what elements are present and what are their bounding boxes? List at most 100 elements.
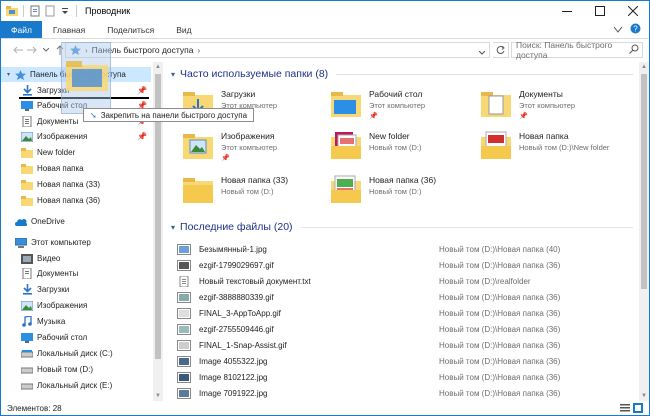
maximize-button[interactable] [583, 1, 616, 21]
nav-item-this-pc[interactable]: Этот компьютер [1, 235, 151, 250]
folder-tile-new-folder-33[interactable]: Новая папка (33) Новый том (D:) [181, 172, 331, 212]
tab-share[interactable]: Поделиться [96, 21, 165, 38]
breadcrumb-chevron-icon[interactable]: › [197, 46, 200, 55]
nav-item-label: Новая папка (36) [37, 196, 101, 205]
help-icon[interactable]: ? [630, 23, 641, 36]
pictures-icon [21, 131, 33, 142]
nav-item-label: Документы [37, 269, 79, 278]
forward-button[interactable] [25, 42, 39, 58]
file-path: Новый том (D:)\Новая папка (36) [439, 389, 561, 398]
tab-home[interactable]: Главная [42, 21, 96, 38]
window-controls [550, 1, 649, 21]
nav-item-label: Локальный диск (C:) [37, 349, 113, 358]
scroll-down-icon[interactable]: ▼ [154, 393, 162, 399]
image-file-icon [177, 244, 191, 255]
folder-tile-desktop[interactable]: Рабочий стол Этот компьютер 📌 [329, 86, 479, 126]
file-name: ezgif-3888880339.gif [199, 293, 274, 302]
folder-tile-new-folder-36[interactable]: Новая папка (36) Новый том (D:) [329, 172, 479, 212]
large-icons-view-icon[interactable] [633, 403, 643, 415]
address-dropdown-icon[interactable] [478, 47, 486, 57]
star-icon [14, 69, 26, 80]
chevron-down-icon[interactable]: ▾ [171, 223, 175, 232]
frequent-folders-header[interactable]: ▾ Часто используемые папки (8) [171, 67, 633, 81]
recent-file-row[interactable]: Image 8102122.jpg Новый том (D:)\Новая п… [177, 370, 637, 385]
toolbar-separator [76, 5, 77, 17]
recent-file-row[interactable]: Новый текстовый документ.txt Новый том (… [177, 274, 637, 289]
nav-item-documents[interactable]: Документы [1, 266, 151, 281]
nav-item-new-folder[interactable]: New folder [1, 145, 151, 160]
file-name: Image 8102122.jpg [199, 373, 268, 382]
folder-icon [6, 5, 18, 17]
tile-name: Новая папка (33) [221, 175, 289, 185]
download-icon [21, 85, 33, 96]
nav-item-downloads[interactable]: Загрузки [1, 282, 151, 297]
nav-item-onedrive[interactable]: OneDrive [1, 214, 151, 229]
nav-item-label: Локальный диск (E:) [37, 381, 113, 390]
scroll-up-icon[interactable]: ▲ [154, 64, 162, 70]
nav-item-label: Документы [37, 117, 79, 126]
back-button[interactable] [11, 42, 25, 58]
customize-toolbar-icon[interactable] [59, 5, 71, 17]
nav-item-drive-e[interactable]: Локальный диск (E:) [1, 378, 151, 393]
documents-icon [21, 268, 33, 279]
chevron-down-icon[interactable]: ▾ [7, 71, 10, 78]
chevron-down-icon[interactable]: ▾ [171, 70, 175, 79]
recent-files-header[interactable]: ▾ Последние файлы (20) [171, 220, 633, 234]
nav-item-label: Этот компьютер [31, 238, 91, 247]
toolbar-separator [23, 5, 24, 17]
nav-item-pictures-pinned[interactable]: Изображения 📌 [1, 129, 151, 144]
pictures-icon [21, 300, 33, 311]
new-folder-icon[interactable] [44, 5, 56, 17]
expand-ribbon-icon[interactable] [613, 25, 623, 35]
tab-view[interactable]: Вид [165, 21, 202, 38]
nav-item-label: Загрузки [37, 285, 70, 294]
nav-item-drive-d[interactable]: Новый том (D:) [1, 362, 151, 377]
details-view-icon[interactable] [620, 403, 630, 415]
recent-file-row[interactable]: ezgif-1799029697.gif Новый том (D:)\Нова… [177, 258, 637, 273]
recent-file-row[interactable]: ezgif-2755509446.gif Новый том (D:)\Нова… [177, 322, 637, 337]
quick-access-toolbar [1, 5, 79, 17]
recent-file-row[interactable]: Image 7091922.jpg Новый том (D:)\Новая п… [177, 386, 637, 401]
content-scrollbar[interactable]: ▲ ▼ [639, 62, 649, 401]
nav-item-label: Новая папка (33) [37, 180, 101, 189]
nav-item-music[interactable]: Музыка [1, 314, 151, 329]
recent-file-row[interactable]: FINAL_3-AppToApp.gif Новый том (D:)\Нова… [177, 306, 637, 321]
pin-icon: 📌 [137, 132, 147, 141]
content-folder-icon [331, 132, 361, 159]
recent-file-row[interactable]: Безымянный-1.jpg Новый том (D:)\Новая па… [177, 242, 637, 257]
folder-tile-new-folder-ru[interactable]: Новая папка Новый том (D:)\New folder [479, 128, 629, 168]
search-input[interactable]: Поиск: Панель быстрого доступа [511, 40, 643, 60]
folder-tile-documents[interactable]: Документы Этот компьютер 📌 [479, 86, 629, 126]
drive-icon [21, 348, 33, 359]
ribbon-tabs: Файл Главная Поделиться Вид ? [1, 21, 649, 39]
tab-file[interactable]: Файл [1, 21, 42, 38]
properties-icon[interactable] [29, 5, 41, 17]
pin-icon: 📌 [369, 113, 378, 120]
image-file-icon [177, 292, 191, 303]
image-file-icon [177, 308, 191, 319]
nav-item-video[interactable]: Видео [1, 251, 151, 266]
address-bar[interactable]: › Панель быстрого доступа › [65, 42, 490, 58]
folder-tile-new-folder[interactable]: New folder Новый том (D:) [329, 128, 479, 168]
nav-item-drive-c[interactable]: Локальный диск (C:) [1, 346, 151, 361]
recent-file-row[interactable]: Image 4055322.jpg Новый том (D:)\Новая п… [177, 354, 637, 369]
folder-icon [66, 61, 108, 91]
folder-tile-pictures[interactable]: Изображения Этот компьютер 📌 [181, 128, 331, 168]
recent-file-row[interactable]: ezgif-3888880339.gif Новый том (D:)\Нова… [177, 290, 637, 305]
minimize-button[interactable] [550, 1, 583, 21]
window-title: Проводник [85, 6, 131, 16]
refresh-button[interactable] [493, 42, 509, 58]
scroll-up-icon[interactable]: ▲ [640, 64, 648, 70]
close-button[interactable] [616, 1, 649, 21]
content-scrollbar-thumb[interactable] [641, 74, 647, 289]
nav-item-pictures[interactable]: Изображения [1, 298, 151, 313]
arrow-left-icon [13, 46, 23, 54]
nav-item-new-folder-ru[interactable]: Новая папка [1, 161, 151, 176]
recent-file-row[interactable]: FINAL_1-Snap-Assist.gif Новый том (D:)\Н… [177, 338, 637, 353]
file-path: Новый том (D:)\Новая папка (36) [439, 373, 561, 382]
nav-item-desktop[interactable]: Рабочий стол [1, 330, 151, 345]
nav-item-new-folder-33[interactable]: Новая папка (33) [1, 177, 151, 192]
scroll-down-icon[interactable]: ▼ [640, 393, 648, 399]
nav-item-new-folder-36[interactable]: Новая папка (36) [1, 193, 151, 208]
recent-locations-button[interactable] [39, 42, 53, 58]
